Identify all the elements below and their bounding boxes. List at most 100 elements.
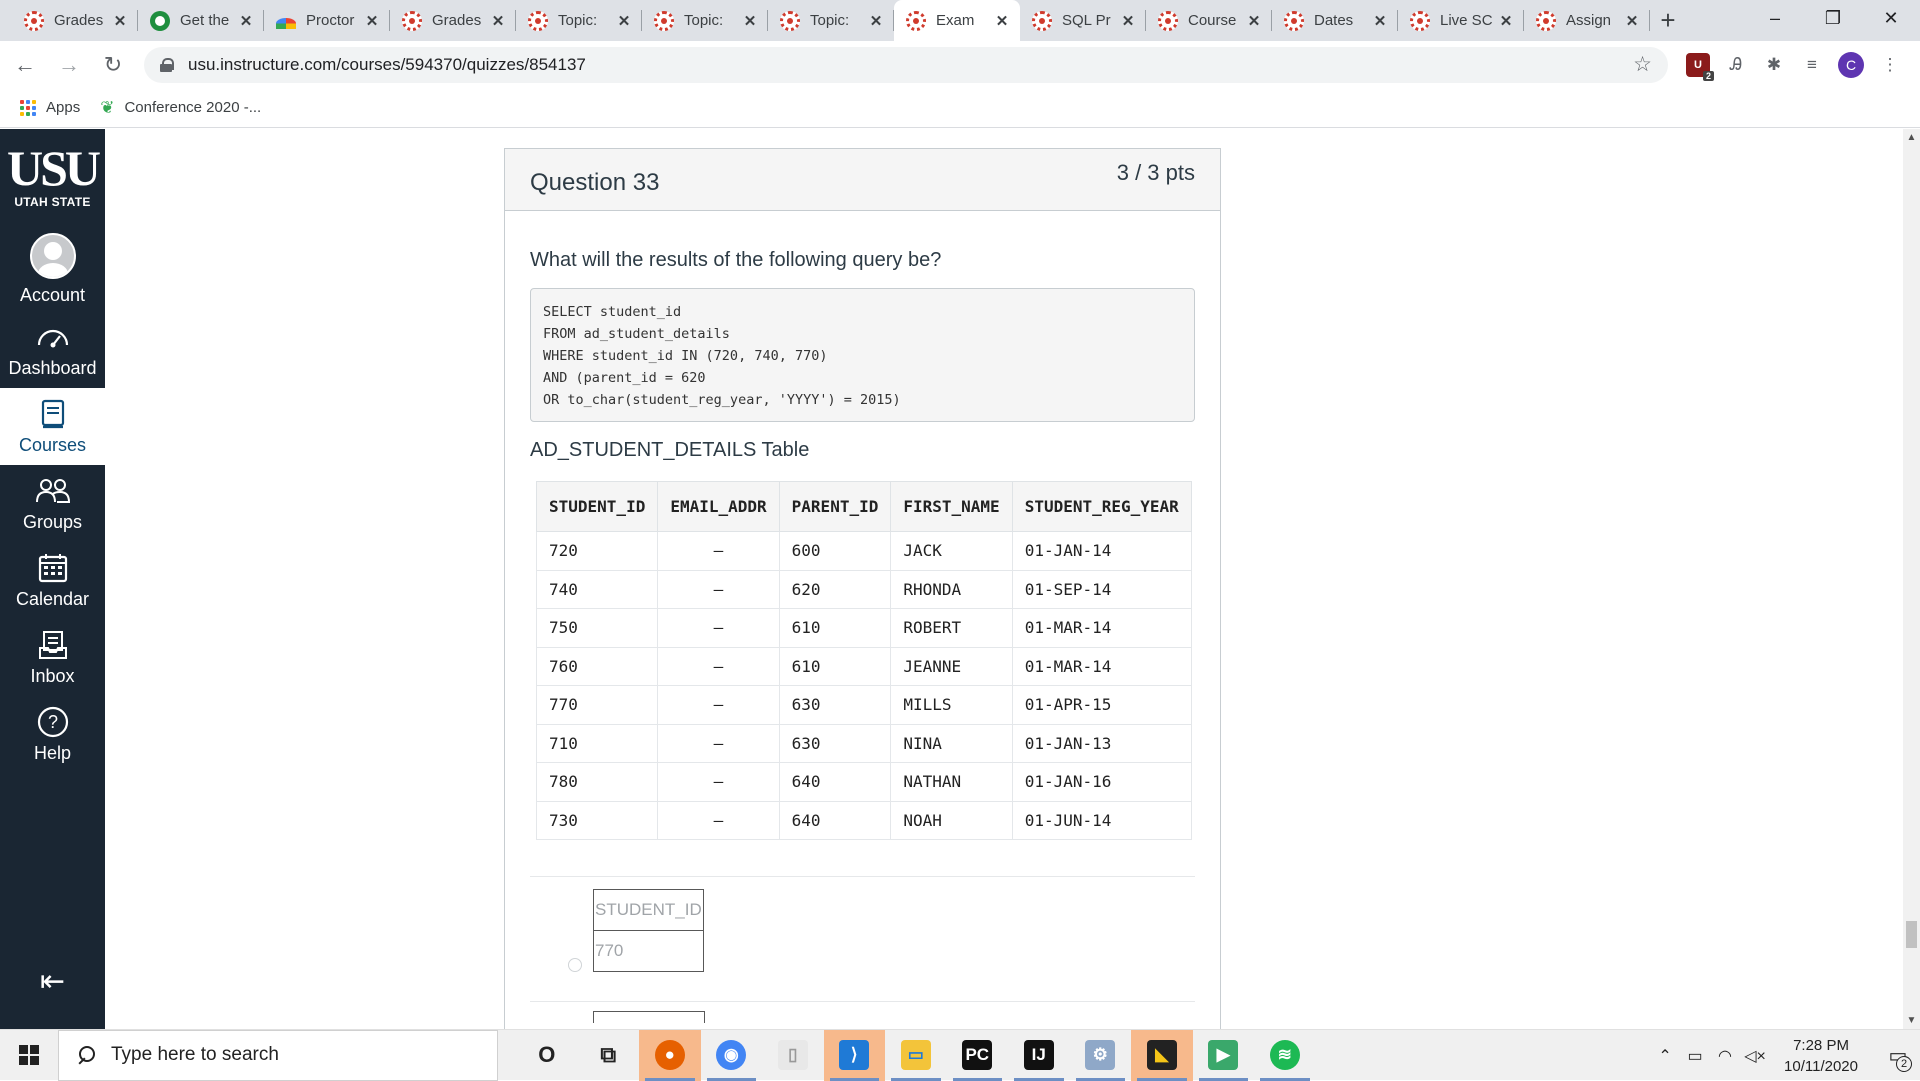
chrome-menu-icon[interactable]: ⋮	[1878, 53, 1902, 77]
volume-muted-icon[interactable]: ◁×	[1742, 1046, 1768, 1066]
browser-tab[interactable]: Exam ✕	[894, 0, 1020, 41]
tab-close-icon[interactable]: ✕	[1372, 12, 1388, 30]
usu-logo[interactable]: USU UTAH STATE	[0, 129, 105, 225]
taskbar-app[interactable]: ▭	[885, 1030, 947, 1081]
taskbar-search[interactable]: Type here to search	[58, 1029, 498, 1081]
browser-tab[interactable]: Dates ✕	[1272, 0, 1398, 41]
tab-close-icon[interactable]: ✕	[238, 12, 254, 30]
nav-inbox[interactable]: Inbox	[0, 619, 105, 696]
tab-close-icon[interactable]: ✕	[1624, 12, 1640, 30]
browser-tab[interactable]: Get the ✕	[138, 0, 264, 41]
reload-button[interactable]: ↻	[94, 46, 132, 84]
nav-dashboard[interactable]: Dashboard	[0, 311, 105, 388]
close-window-button[interactable]: ✕	[1862, 0, 1920, 36]
bookmark-apps[interactable]: Apps	[20, 99, 80, 116]
tab-close-icon[interactable]: ✕	[742, 12, 758, 30]
system-tray: ⌃ ▭ ◠ ◁× 7:28 PM 10/11/2020 ▭ 2	[1650, 1030, 1920, 1081]
scroll-down-arrow[interactable]: ▼	[1903, 1012, 1920, 1029]
taskbar-app[interactable]: ◉	[701, 1030, 763, 1081]
tab-close-icon[interactable]: ✕	[1120, 12, 1136, 30]
rainbow-icon	[276, 17, 296, 29]
taskbar-app[interactable]: IJ	[1008, 1030, 1070, 1081]
question-header: Question 33 3 / 3 pts	[505, 149, 1220, 211]
taskbar-app[interactable]: ⚙	[1070, 1030, 1132, 1081]
scroll-thumb[interactable]	[1906, 921, 1917, 948]
browser-tab[interactable]: Grades ✕	[12, 0, 138, 41]
taskbar-app[interactable]: ⟩	[823, 1029, 885, 1081]
battery-icon[interactable]: ▭	[1682, 1046, 1708, 1066]
lock-icon[interactable]	[160, 57, 174, 72]
taskbar-app[interactable]: ⧉	[578, 1030, 640, 1081]
page-scrollbar[interactable]: ▲ ▼	[1903, 129, 1920, 1029]
browser-tab[interactable]: Course ✕	[1146, 0, 1272, 41]
back-button[interactable]: ←	[6, 46, 44, 84]
taskbar-clock[interactable]: 7:28 PM 10/11/2020	[1784, 1035, 1858, 1077]
taskbar-app[interactable]: ▶	[1193, 1030, 1255, 1081]
profile-avatar[interactable]: C	[1838, 51, 1864, 78]
svg-text:?: ?	[47, 712, 57, 732]
shield-extension-icon[interactable]: U2	[1686, 52, 1714, 81]
canvas-icon	[1284, 10, 1304, 31]
forward-button[interactable]: →	[50, 46, 88, 84]
calendar-icon	[38, 551, 68, 585]
taskbar-app[interactable]: O	[516, 1030, 578, 1081]
file-icon: ▯	[777, 1040, 808, 1070]
url-text[interactable]: usu.instructure.com/courses/594370/quizz…	[188, 55, 1633, 75]
answer-radio[interactable]	[568, 958, 582, 972]
answer-option[interactable]: STUDENT_ID 770	[530, 877, 1195, 1023]
browser-tab[interactable]: Topic: ✕	[642, 0, 768, 41]
taskbar-app[interactable]: ▯	[762, 1030, 824, 1081]
browser-tab[interactable]: SQL Pr ✕	[1020, 0, 1146, 41]
answer-result-table: STUDENT_ID 770	[593, 889, 704, 972]
table-cell: –	[657, 723, 780, 763]
address-bar[interactable]: usu.instructure.com/courses/594370/quizz…	[144, 46, 1668, 83]
tab-close-icon[interactable]: ✕	[490, 12, 506, 30]
browser-tab[interactable]: Topic: ✕	[768, 0, 894, 41]
new-tab-button[interactable]: +	[1650, 0, 1686, 41]
taskbar-app[interactable]: PC	[947, 1030, 1009, 1081]
browser-tab[interactable]: Topic: ✕	[516, 0, 642, 41]
minimize-button[interactable]: –	[1746, 0, 1804, 36]
tab-title: Exam	[936, 12, 975, 29]
taskbar-app[interactable]: ≋	[1254, 1030, 1316, 1081]
nav-account[interactable]: Account	[0, 225, 105, 311]
bookmark-star-icon[interactable]: ☆	[1633, 52, 1652, 77]
tab-close-icon[interactable]: ✕	[1246, 12, 1262, 30]
table-cell: RHONDA	[890, 569, 1013, 609]
browser-tab[interactable]: Assign ✕	[1524, 0, 1650, 41]
media-queue-icon[interactable]: ≡	[1800, 53, 1824, 77]
nav-courses[interactable]: Courses	[0, 388, 105, 465]
task-view-icon: ⧉	[600, 1042, 617, 1067]
browser-tab[interactable]: Grades ✕	[390, 0, 516, 41]
tab-close-icon[interactable]: ✕	[868, 12, 884, 30]
table-cell: NATHAN	[890, 762, 1013, 802]
taskbar-app[interactable]: ●	[639, 1029, 701, 1081]
tray-overflow-icon[interactable]: ⌃	[1652, 1046, 1678, 1066]
canvas-icon	[1410, 10, 1430, 31]
nav-calendar[interactable]: Calendar	[0, 542, 105, 619]
dashboard-icon	[36, 320, 70, 354]
notifications-icon[interactable]: ▭ 2	[1876, 1030, 1920, 1081]
tab-close-icon[interactable]: ✕	[1498, 12, 1514, 30]
puzzle-extensions-icon[interactable]: ✱	[1762, 53, 1786, 77]
collapse-nav-icon[interactable]: ⇤	[0, 964, 105, 999]
nav-help[interactable]: ? Help	[0, 696, 105, 773]
browser-tab[interactable]: Live SC ✕	[1398, 0, 1524, 41]
start-button[interactable]	[0, 1030, 58, 1081]
translate-extension-icon[interactable]: Ꭿ	[1724, 53, 1748, 77]
tab-close-icon[interactable]: ✕	[364, 12, 380, 30]
nav-groups[interactable]: Groups	[0, 465, 105, 542]
nav-calendar-label: Calendar	[15, 589, 90, 609]
wifi-icon[interactable]: ◠	[1712, 1046, 1738, 1066]
taskbar-app[interactable]: ◣	[1131, 1029, 1193, 1081]
tab-close-icon[interactable]: ✕	[616, 12, 632, 30]
scroll-up-arrow[interactable]: ▲	[1903, 129, 1920, 146]
spotify-icon: ≋	[1269, 1040, 1300, 1070]
browser-tab[interactable]: Proctor ✕	[264, 0, 390, 41]
table-cell: –	[657, 800, 780, 840]
bookmark-conference[interactable]: ❦ Conference 2020 -...	[100, 98, 261, 118]
restore-button[interactable]: ❐	[1804, 0, 1862, 36]
tab-close-icon[interactable]: ✕	[112, 12, 128, 30]
tab-close-icon[interactable]: ✕	[994, 12, 1010, 30]
table-row: 710–630 NINA 01-JAN-13	[535, 723, 1192, 763]
